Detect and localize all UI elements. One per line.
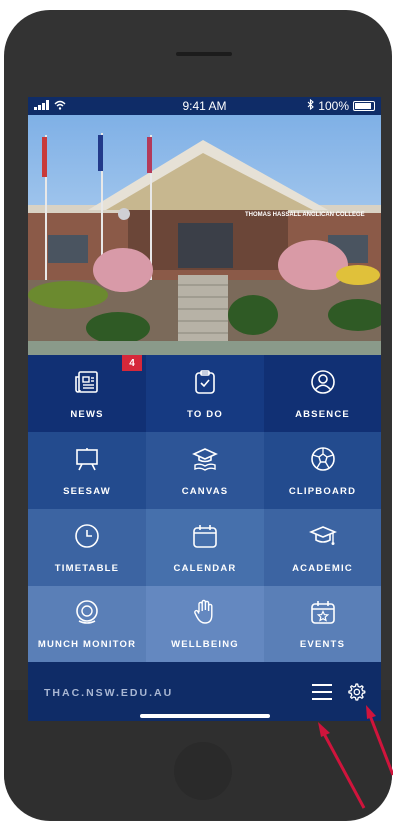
tile-events[interactable]: EVENTS	[264, 586, 381, 662]
home-indicator[interactable]	[140, 714, 270, 718]
calendar-icon	[191, 522, 219, 555]
app-screen: 9:41 AM 100% THOMAS HASSALL ANGLICAN COL…	[28, 97, 381, 721]
plate-icon	[73, 598, 101, 631]
news-icon	[73, 368, 101, 401]
phone-speaker	[176, 52, 232, 56]
tile-news[interactable]: 4 NEWS	[28, 355, 146, 432]
tile-munch-monitor[interactable]: MUNCH MONITOR	[28, 586, 146, 662]
tile-absence[interactable]: ABSENCE	[264, 355, 381, 432]
tile-canvas[interactable]: CANVAS	[146, 432, 264, 509]
footer-url[interactable]: THAC.NSW.EDU.AU	[44, 687, 173, 699]
tile-calendar[interactable]: CALENDAR	[146, 509, 264, 586]
soccer-ball-icon	[309, 445, 337, 478]
phone-home-button[interactable]	[174, 742, 232, 800]
tile-label: ACADEMIC	[292, 562, 353, 574]
battery-percent: 100%	[318, 99, 349, 113]
tile-label: SEESAW	[63, 485, 111, 497]
battery-icon	[353, 101, 375, 111]
tile-academic[interactable]: ACADEMIC	[264, 509, 381, 586]
hand-icon	[191, 598, 219, 631]
tile-label: EVENTS	[299, 639, 346, 650]
tile-clipboard[interactable]: CLIPBOARD	[264, 432, 381, 509]
menu-button[interactable]	[311, 683, 333, 701]
hero-image: THOMAS HASSALL ANGLICAN COLLEGE	[28, 115, 381, 355]
menu-grid: 4 NEWS TO DO ABSENCE SEESAW CANVAS CLIPB…	[28, 355, 381, 662]
tile-label: CANVAS	[181, 485, 229, 497]
tile-to-do[interactable]: TO DO	[146, 355, 264, 432]
easel-icon	[73, 445, 101, 478]
tile-wellbeing[interactable]: WELLBEING	[146, 586, 264, 662]
news-badge: 4	[122, 355, 142, 371]
tile-label: CALENDAR	[173, 562, 237, 574]
footer-bar: THAC.NSW.EDU.AU	[28, 662, 381, 721]
tile-seesaw[interactable]: SEESAW	[28, 432, 146, 509]
graduation-cap-icon	[308, 522, 337, 555]
graduation-cap-book-icon	[191, 445, 219, 478]
hamburger-icon	[312, 684, 332, 700]
status-bar: 9:41 AM 100%	[28, 97, 381, 115]
tile-label: ABSENCE	[295, 408, 350, 420]
bluetooth-icon	[307, 98, 315, 113]
clock-icon	[73, 522, 101, 555]
tile-label: MUNCH MONITOR	[37, 639, 137, 650]
clipboard-check-icon	[191, 368, 219, 401]
person-icon	[309, 368, 337, 401]
tile-label: NEWS	[70, 408, 104, 420]
building-sign: THOMAS HASSALL ANGLICAN COLLEGE	[245, 212, 365, 218]
tile-label: WELLBEING	[171, 639, 239, 650]
tile-timetable[interactable]: TIMETABLE	[28, 509, 146, 586]
settings-button[interactable]	[346, 682, 366, 702]
calendar-star-icon	[309, 598, 337, 631]
tile-label: CLIPBOARD	[288, 485, 357, 497]
gear-icon	[348, 683, 366, 701]
tile-label: TO DO	[187, 408, 223, 420]
tile-label: TIMETABLE	[54, 562, 120, 574]
